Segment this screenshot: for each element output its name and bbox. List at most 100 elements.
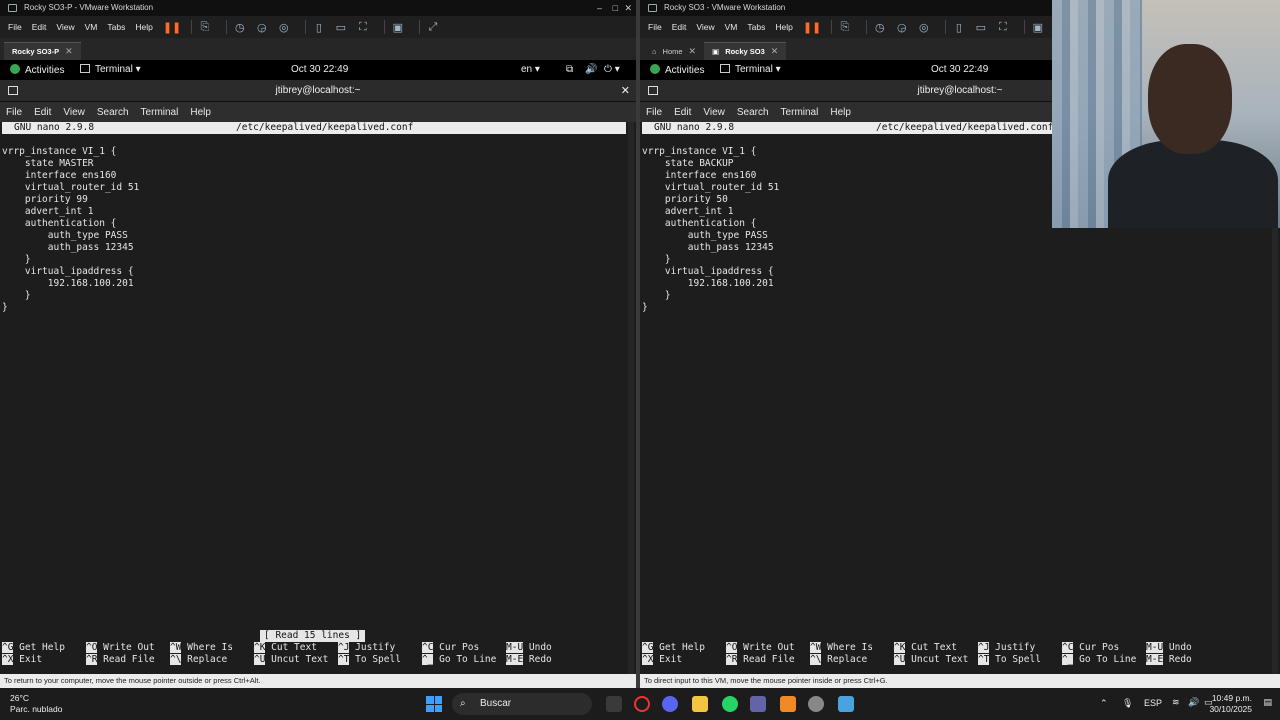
code-line[interactable]: virtual_ipaddress { xyxy=(642,266,779,278)
language-selector[interactable]: en ▾ xyxy=(521,64,540,75)
code-line[interactable]: advert_int 1 xyxy=(2,206,139,218)
revert-snapshot-icon[interactable]: ◶ xyxy=(255,21,269,34)
menu-file[interactable]: File xyxy=(6,107,22,118)
menu-search[interactable]: Search xyxy=(737,107,769,118)
code-line[interactable]: state MASTER xyxy=(2,158,139,170)
code-line[interactable]: auth_pass 12345 xyxy=(2,242,139,254)
menu-view[interactable]: View xyxy=(63,107,85,118)
menu-tabs[interactable]: Tabs xyxy=(107,22,125,32)
code-line[interactable]: vrrp_instance VI_1 { xyxy=(2,146,139,158)
thumbnail-icon[interactable]: ▭ xyxy=(974,21,988,34)
snapshot-manager-icon[interactable]: ◎ xyxy=(917,21,931,34)
start-button[interactable] xyxy=(426,696,442,712)
pause-icon[interactable]: ❚❚ xyxy=(803,21,821,34)
clock[interactable]: Oct 30 22:49 xyxy=(931,64,988,75)
menu-edit[interactable]: Edit xyxy=(32,22,47,32)
code-line[interactable]: vrrp_instance VI_1 { xyxy=(642,146,779,158)
microphone-icon[interactable]: 🎙 xyxy=(1122,698,1133,709)
code-line[interactable]: auth_pass 12345 xyxy=(642,242,779,254)
send-ctrl-alt-del-icon[interactable]: ⎘ xyxy=(838,21,852,34)
activities-button[interactable]: Activities xyxy=(10,64,64,76)
fullscreen-icon[interactable]: ⛶ xyxy=(356,21,370,34)
snapshot-manager-icon[interactable]: ◎ xyxy=(277,21,291,34)
volume-icon[interactable]: 🔊 xyxy=(585,64,597,75)
code-line[interactable]: interface ens160 xyxy=(2,170,139,182)
revert-snapshot-icon[interactable]: ◶ xyxy=(895,21,909,34)
volume-icon[interactable]: 🔊 xyxy=(1188,697,1199,708)
menu-help[interactable]: Help xyxy=(830,107,851,118)
code-line[interactable]: priority 99 xyxy=(2,194,139,206)
menu-help[interactable]: Help xyxy=(190,107,211,118)
opera-icon[interactable] xyxy=(634,696,650,712)
file-explorer-icon[interactable] xyxy=(692,696,708,712)
file-content[interactable]: vrrp_instance VI_1 { state MASTER interf… xyxy=(2,146,139,314)
code-line[interactable]: } xyxy=(2,290,139,302)
pause-icon[interactable]: ❚❚ xyxy=(163,21,181,34)
wifi-icon[interactable]: ≋ xyxy=(1172,697,1180,708)
send-ctrl-alt-del-icon[interactable]: ⎘ xyxy=(198,21,212,34)
menu-view[interactable]: View xyxy=(56,22,74,32)
code-line[interactable]: } xyxy=(642,254,779,266)
close-icon[interactable]: ✕ xyxy=(621,80,630,102)
code-line[interactable]: } xyxy=(642,290,779,302)
tab-rocky-so3[interactable]: ▣ Rocky SO3 ✕ xyxy=(704,42,787,60)
console-icon[interactable]: ▣ xyxy=(391,21,405,34)
menu-view[interactable]: View xyxy=(696,22,714,32)
menu-search[interactable]: Search xyxy=(97,107,129,118)
file-content[interactable]: vrrp_instance VI_1 { state BACKUP interf… xyxy=(642,146,779,314)
taskbar-search[interactable]: ⌕ Buscar xyxy=(452,693,592,715)
tab-home[interactable]: ⌂ Home ✕ xyxy=(644,42,704,60)
library-icon[interactable]: ▯ xyxy=(312,21,326,34)
task-view-icon[interactable] xyxy=(606,696,622,712)
menu-edit[interactable]: Edit xyxy=(674,107,691,118)
code-line[interactable]: virtual_router_id 51 xyxy=(642,182,779,194)
menu-file[interactable]: File xyxy=(8,22,22,32)
fullscreen-icon[interactable]: ⛶ xyxy=(996,21,1010,34)
terminal-icon[interactable] xyxy=(8,86,18,95)
code-line[interactable]: authentication { xyxy=(2,218,139,230)
chrome-icon[interactable] xyxy=(808,696,824,712)
language-indicator[interactable]: ESP xyxy=(1144,698,1162,708)
menu-terminal[interactable]: Terminal xyxy=(141,107,179,118)
minimize-icon[interactable]: – xyxy=(597,0,602,16)
code-line[interactable]: virtual_router_id 51 xyxy=(2,182,139,194)
network-icon[interactable]: ⧉ xyxy=(566,64,573,75)
terminal-icon[interactable] xyxy=(648,86,658,95)
whatsapp-icon[interactable] xyxy=(722,696,738,712)
maximize-icon[interactable]: □ xyxy=(613,0,618,16)
code-line[interactable]: } xyxy=(2,302,139,314)
snapshot-icon[interactable]: ◷ xyxy=(873,21,887,34)
code-line[interactable]: state BACKUP xyxy=(642,158,779,170)
scrollbar[interactable] xyxy=(628,122,634,688)
close-tab-icon[interactable]: ✕ xyxy=(771,46,779,57)
code-line[interactable]: auth_type PASS xyxy=(642,230,779,242)
notepad-icon[interactable] xyxy=(838,696,854,712)
code-line[interactable]: } xyxy=(2,254,139,266)
power-icon[interactable]: ⏻ ▾ xyxy=(604,64,620,75)
code-line[interactable]: authentication { xyxy=(642,218,779,230)
stretch-icon[interactable]: ⤢ xyxy=(426,21,440,34)
menu-edit[interactable]: Edit xyxy=(672,22,687,32)
clock[interactable]: Oct 30 22:49 xyxy=(291,64,348,75)
app-menu-terminal[interactable]: Terminal ▾ xyxy=(720,64,781,75)
close-tab-icon[interactable]: ✕ xyxy=(65,46,73,57)
library-icon[interactable]: ▯ xyxy=(952,21,966,34)
snapshot-icon[interactable]: ◷ xyxy=(233,21,247,34)
menu-tabs[interactable]: Tabs xyxy=(747,22,765,32)
menu-view[interactable]: View xyxy=(703,107,725,118)
activities-button[interactable]: Activities xyxy=(650,64,704,76)
console-icon[interactable]: ▣ xyxy=(1031,21,1045,34)
code-line[interactable]: 192.168.100.201 xyxy=(2,278,139,290)
nano-editor[interactable]: GNU nano 2.9.8 /etc/keepalived/keepalive… xyxy=(0,122,636,688)
notification-icon[interactable]: ▤ xyxy=(1263,697,1272,708)
code-line[interactable]: } xyxy=(642,302,779,314)
code-line[interactable]: 192.168.100.201 xyxy=(642,278,779,290)
teams-icon[interactable] xyxy=(750,696,766,712)
menu-file[interactable]: File xyxy=(648,22,662,32)
app-menu-terminal[interactable]: Terminal ▾ xyxy=(80,64,141,75)
close-icon[interactable]: ✕ xyxy=(624,0,632,16)
code-line[interactable]: interface ens160 xyxy=(642,170,779,182)
code-line[interactable]: advert_int 1 xyxy=(642,206,779,218)
menu-file[interactable]: File xyxy=(646,107,662,118)
chevron-up-icon[interactable]: ⌃ xyxy=(1100,698,1108,709)
